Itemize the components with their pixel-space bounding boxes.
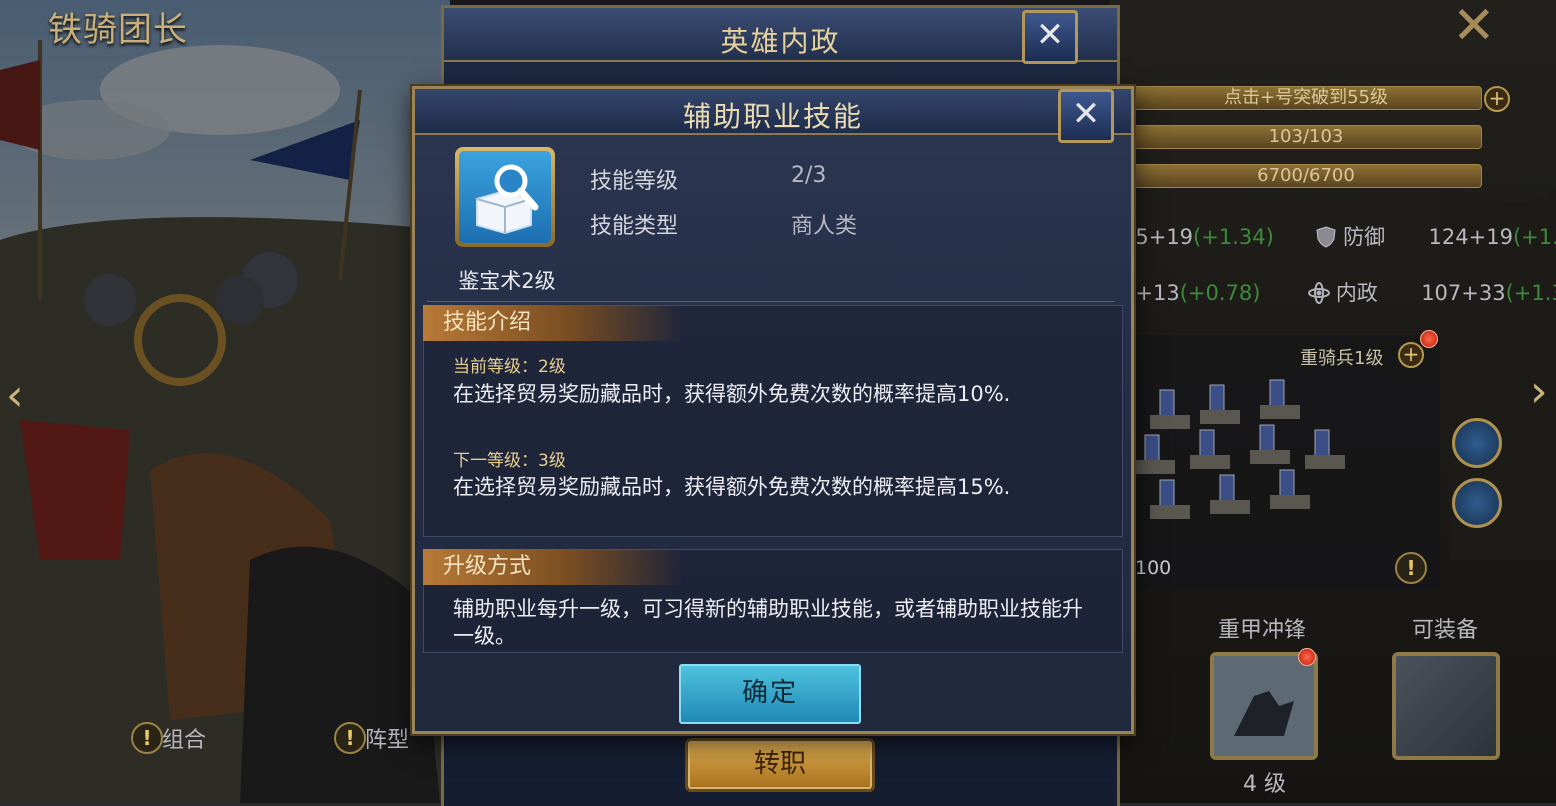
confirm-button[interactable]: 确定: [679, 664, 861, 724]
skill-name: 鉴宝术2级: [458, 269, 556, 293]
skill-slot-heavy-charge[interactable]: [1210, 652, 1318, 760]
stat-bonus: (+0.78): [1179, 281, 1261, 305]
breakthrough-plus-icon[interactable]: +: [1484, 86, 1510, 112]
troop-info-warning-icon[interactable]: !: [1395, 552, 1427, 584]
treasure-magnifier-icon: [476, 164, 539, 235]
hero-politics-close-button[interactable]: ✕: [1022, 10, 1078, 64]
cavalry-skill-icon-2[interactable]: [1452, 478, 1502, 528]
cavalry-formation-image: [1135, 379, 1345, 519]
shield-icon: [1316, 226, 1336, 248]
knight-charge-icon: [1214, 656, 1314, 756]
stat-row-politics: 7+13(+0.78) 内政 107+33(+1.32): [1122, 277, 1556, 307]
skill-slot-title: 重甲冲锋: [1218, 618, 1307, 643]
breakthrough-bar[interactable]: 点击+号突破到55级: [1130, 86, 1482, 110]
skill-slot-level: 4 级: [1243, 772, 1286, 797]
next-level-desc: 在选择贸易奖励藏品时，获得额外免费次数的概率提高15%.: [453, 475, 1011, 499]
equip-slot-title: 可装备: [1412, 618, 1479, 643]
formation-label[interactable]: 阵型: [365, 722, 409, 754]
cavalry-skill-icon[interactable]: [1452, 418, 1502, 468]
transfer-job-button[interactable]: 转职: [685, 738, 875, 792]
troop-panel[interactable]: [1130, 335, 1440, 590]
troop-count: 100: [1135, 557, 1172, 579]
troop-type-label: 重骑兵1级: [1300, 348, 1384, 369]
troops-bar: 6700/6700: [1130, 164, 1482, 188]
stat-label-defense: 防御: [1343, 225, 1386, 249]
skill-type-label: 技能类型: [590, 214, 679, 239]
hero-politics-title-bar: 英雄内政: [444, 8, 1117, 62]
previous-hero-arrow-icon[interactable]: ‹: [6, 370, 24, 421]
notification-dot: [1298, 648, 1316, 666]
stamina-bar: 103/103: [1130, 125, 1482, 149]
combination-warning-icon[interactable]: !: [131, 722, 163, 754]
support-skill-dialog: 辅助职业技能 ✕ 鉴宝术2级 技能等级 2/3 技能类型 商人类 技能介绍 当前…: [412, 86, 1134, 734]
support-skill-title-bar: 辅助职业技能: [415, 89, 1131, 135]
upgrade-method-desc: 辅助职业每升一级，可习得新的辅助职业技能，或者辅助职业技能升一级。: [453, 597, 1083, 648]
next-hero-arrow-icon[interactable]: ›: [1530, 366, 1548, 417]
stat-bonus: (+1.21): [1512, 225, 1556, 249]
skill-intro-heading: 技能介绍: [423, 305, 683, 341]
divider: [427, 301, 1115, 302]
stat-row-defense: 35+19(+1.34) 防御 124+19(+1.21): [1122, 221, 1556, 251]
upgrade-method-heading: 升级方式: [423, 549, 683, 585]
stat-value: 124+19: [1428, 225, 1513, 249]
hero-title: 铁骑团长: [48, 10, 188, 50]
skill-level-value: 2/3: [791, 163, 827, 188]
atom-icon: [1307, 282, 1330, 304]
next-level-label: 下一等级：3级: [453, 451, 566, 471]
troop-upgrade-plus-icon[interactable]: +: [1398, 342, 1424, 368]
top-close-icon[interactable]: ✕: [1452, 0, 1496, 52]
current-level-desc: 在选择贸易奖励藏品时，获得额外免费次数的概率提高10%.: [453, 382, 1011, 406]
stat-bonus: (+1.32): [1505, 281, 1556, 305]
hero-politics-title: 英雄内政: [720, 25, 841, 58]
stat-label-politics: 内政: [1335, 281, 1378, 305]
skill-level-label: 技能等级: [590, 169, 679, 194]
combination-label[interactable]: 组合: [162, 722, 206, 754]
skill-icon-frame: [455, 147, 555, 247]
stat-value: 107+33: [1421, 281, 1506, 305]
equip-slot-empty[interactable]: [1392, 652, 1500, 760]
formation-warning-icon[interactable]: !: [334, 722, 366, 754]
current-level-label: 当前等级：2级: [453, 357, 566, 377]
support-skill-title: 辅助职业技能: [682, 100, 863, 133]
notification-dot: [1420, 330, 1438, 348]
stat-bonus: (+1.34): [1193, 225, 1274, 249]
skill-type-value: 商人类: [791, 214, 858, 239]
support-skill-close-button[interactable]: ✕: [1058, 89, 1114, 143]
